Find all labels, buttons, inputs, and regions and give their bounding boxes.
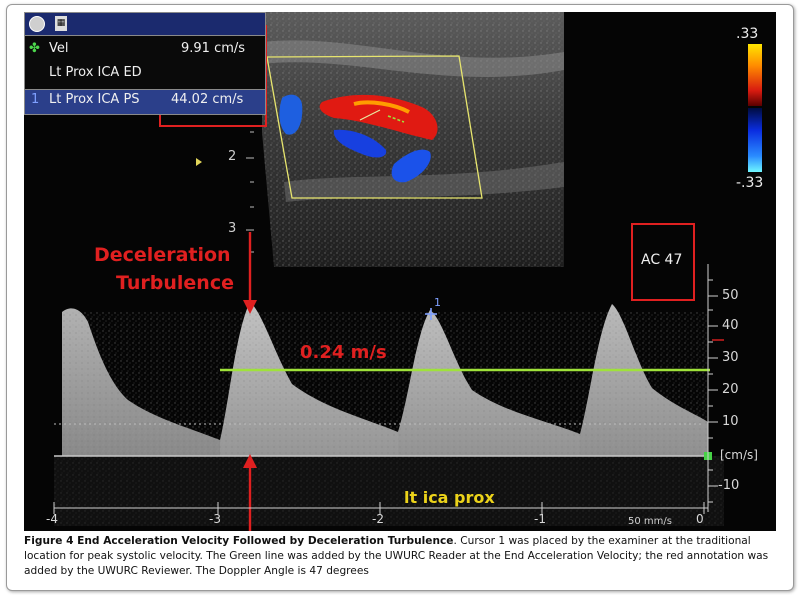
caption-title: Figure 4 End Acceleration Velocity Follo…	[24, 535, 454, 547]
ed-label: Lt Prox ICA ED	[49, 65, 142, 80]
cursor-number: 1	[434, 296, 441, 309]
ps-row: 1 Lt Prox ICA PS 44.02 cm/s	[25, 89, 265, 114]
vel-tick-40: 40	[722, 318, 739, 333]
deceleration-label: Deceleration	[94, 244, 231, 266]
b-mode-image	[262, 12, 564, 267]
focus-marker	[196, 158, 202, 166]
ps-index: 1	[31, 92, 40, 107]
time-tick-neg1: -1	[534, 512, 546, 526]
time-tick-0: 0	[696, 512, 704, 526]
depth-label-2: 2	[228, 149, 237, 164]
vel-unit: [cm/s]	[720, 448, 758, 462]
turbulence-label: Turbulence	[116, 272, 234, 294]
ed-row: Lt Prox ICA ED	[25, 65, 265, 87]
crosshair-icon: ✤	[29, 41, 40, 56]
record-icon[interactable]	[29, 16, 45, 32]
panel-toolbar: ▦	[25, 13, 265, 36]
ps-label: Lt Prox ICA PS	[49, 92, 140, 107]
velocity-annotation: 0.24 m/s	[300, 342, 387, 363]
color-scale-top: .33	[736, 26, 759, 42]
measurement-panel: ▦ ✤ Vel 9.91 cm/s Lt Prox ICA ED 1 Lt Pr…	[24, 12, 266, 115]
vessel-label: lt ica prox	[404, 488, 495, 507]
ps-value: 44.02 cm/s	[171, 92, 244, 107]
time-tick-neg2: -2	[372, 512, 384, 526]
depth-label-3: 3	[228, 221, 237, 236]
sweep-speed-label: 50 mm/s	[628, 516, 672, 527]
time-tick-neg3: -3	[209, 512, 221, 526]
vel-tick-20: 20	[722, 382, 739, 397]
ultrasound-image: ▦ ✤ Vel 9.91 cm/s Lt Prox ICA ED 1 Lt Pr…	[24, 12, 776, 531]
vel-tick-neg10: -10	[718, 478, 740, 493]
vel-tick-30: 30	[722, 350, 739, 365]
color-scale-bottom: -.33	[736, 175, 764, 191]
vel-tick-50: 50	[722, 288, 739, 303]
vel-value: 9.91 cm/s	[181, 41, 246, 56]
ac-label: AC 47	[641, 252, 683, 268]
deceleration-arrow-down	[243, 232, 257, 314]
time-tick-neg4: -4	[46, 512, 58, 526]
doppler-spectrum	[54, 302, 724, 526]
color-scale	[748, 44, 762, 172]
figure-caption: Figure 4 End Acceleration Velocity Follo…	[24, 534, 782, 579]
vel-row: ✤ Vel 9.91 cm/s	[25, 41, 265, 63]
vel-tick-10: 10	[722, 414, 739, 429]
report-icon[interactable]: ▦	[55, 16, 67, 31]
vel-label: Vel	[49, 41, 69, 56]
